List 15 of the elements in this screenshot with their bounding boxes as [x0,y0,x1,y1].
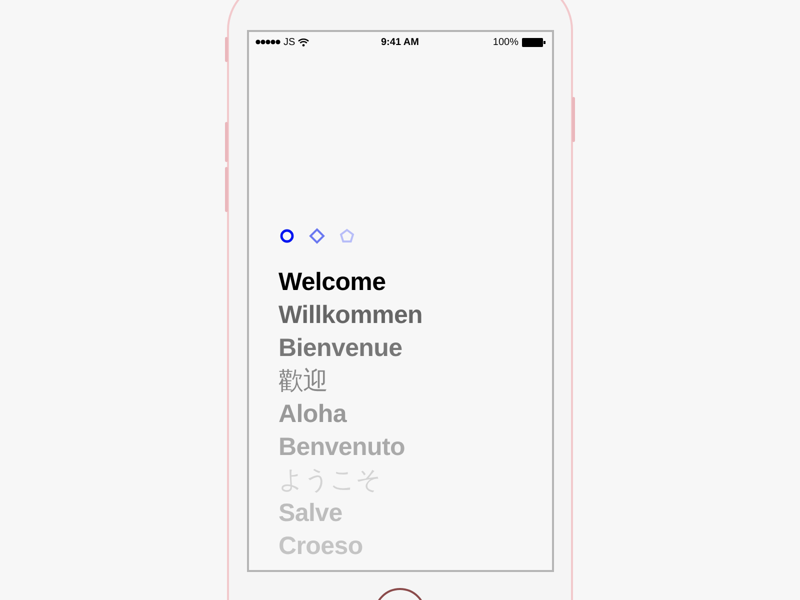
greeting-text: 歡迎 [278,366,329,397]
greeting-text: Benvenuto [278,432,406,463]
battery-icon [522,38,546,46]
greeting-text: Bienvenue [278,333,404,364]
greeting-text: Aloha [278,399,348,430]
diamond-indicator-icon[interactable] [308,228,324,244]
greeting-text: Salve [278,498,344,529]
battery-percent: 100% [492,36,518,48]
signal-dots-icon [254,39,280,45]
wifi-icon [298,38,310,46]
carrier-name: JS [284,36,296,48]
status-time: 9:41 AM [381,36,419,48]
greeting-text: Welcome [278,267,387,298]
circle-indicator-icon[interactable] [278,228,294,244]
greeting-text: Willkommen [278,300,424,331]
